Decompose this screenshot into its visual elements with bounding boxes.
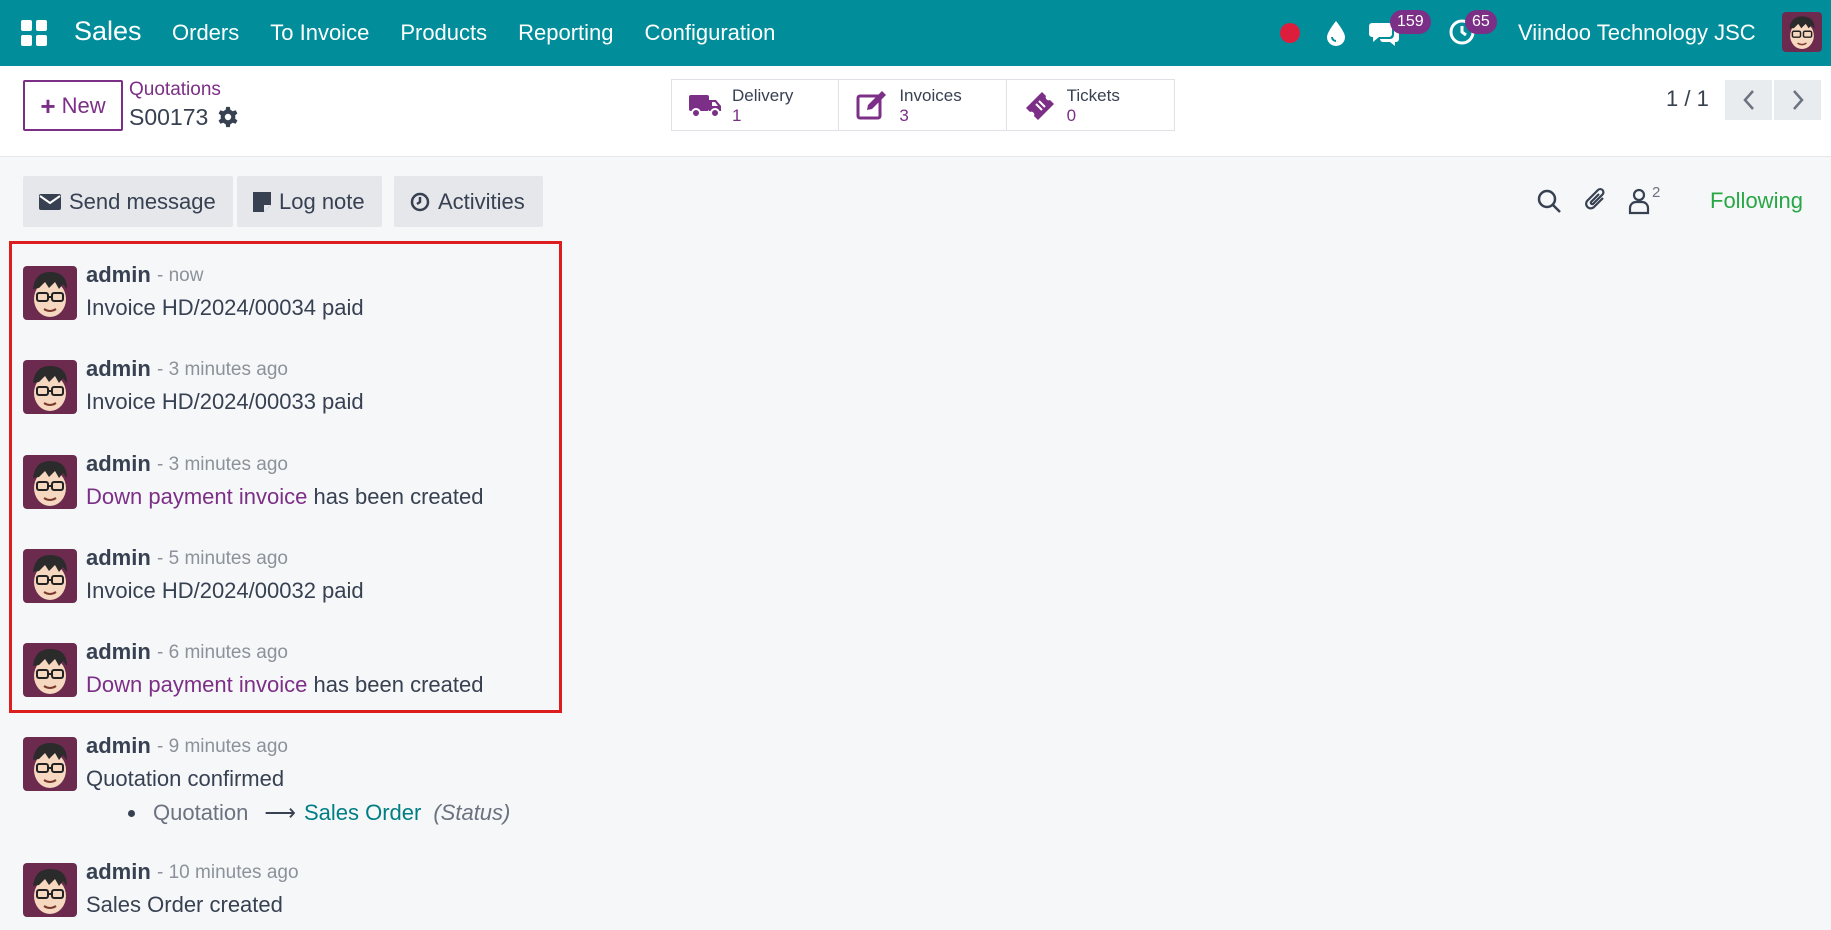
bullet	[128, 809, 135, 817]
down-payment-invoice-link[interactable]: Down payment invoice	[86, 672, 307, 697]
chevron-left-icon	[1742, 90, 1754, 110]
chatter-message: admin - 3 minutes ago Invoice HD/2024/0003…	[23, 356, 623, 426]
tracking-value: Quotation ⟶ Sales Order (Status)	[128, 800, 510, 826]
plus-icon: +	[40, 90, 56, 121]
chatter-message: admin - 3 minutes ago Down payment invoice…	[23, 451, 623, 521]
top-navbar: Sales Orders To Invoice Products Reporti…	[0, 0, 1831, 66]
chatter-message: admin - 5 minutes ago Invoice HD/2024/0003…	[23, 545, 623, 615]
search-icon[interactable]	[1536, 188, 1562, 214]
app-name[interactable]: Sales	[74, 16, 142, 47]
message-body: Invoice HD/2024/00033 paid	[86, 389, 364, 414]
log-note-button[interactable]: Log note	[237, 176, 382, 227]
message-author[interactable]: admin	[86, 356, 151, 382]
message-author[interactable]: admin	[86, 262, 151, 288]
message-body: Quotation confirmed	[86, 766, 285, 791]
message-author[interactable]: admin	[86, 545, 151, 571]
followers-count: 2	[1652, 184, 1661, 201]
menu-to-invoice[interactable]: To Invoice	[270, 20, 369, 46]
author-avatar[interactable]	[23, 549, 77, 603]
pager-value: 1 / 1	[1666, 86, 1709, 111]
envelope-icon	[39, 193, 61, 210]
message-body: Down payment invoice has been created	[86, 484, 484, 509]
message-date: - 6 minutes ago	[157, 642, 288, 663]
paperclip-icon[interactable]	[1583, 186, 1609, 214]
drop-icon[interactable]	[1324, 19, 1348, 47]
menu-configuration[interactable]: Configuration	[645, 20, 776, 46]
chatter-toolbar: Send message Log note Activities 2 Follo…	[0, 176, 1831, 228]
menu-orders[interactable]: Orders	[172, 20, 239, 46]
author-avatar[interactable]	[23, 360, 77, 414]
message-author[interactable]: admin	[86, 451, 151, 477]
apps-menu-icon[interactable]	[21, 20, 47, 46]
chatter-message: admin - now Invoice HD/2024/00034 paid	[23, 262, 623, 332]
following-button[interactable]: Following	[1710, 188, 1803, 214]
followers-icon[interactable]	[1627, 187, 1651, 215]
message-body: Invoice HD/2024/00034 paid	[86, 295, 364, 320]
message-date: - 3 minutes ago	[157, 454, 288, 475]
user-avatar[interactable]	[1782, 12, 1822, 52]
author-avatar[interactable]	[23, 737, 77, 791]
message-date: - now	[157, 265, 204, 286]
invoices-smart-button[interactable]: Invoices 3	[839, 80, 1007, 130]
tracking-new-value: Sales Order	[303, 800, 422, 825]
ticket-icon	[1025, 92, 1054, 120]
author-avatar[interactable]	[23, 643, 77, 697]
author-avatar[interactable]	[23, 266, 77, 320]
menu-reporting[interactable]: Reporting	[518, 20, 613, 46]
message-date: - 9 minutes ago	[157, 736, 288, 757]
send-message-button[interactable]: Send message	[23, 176, 233, 227]
author-avatar[interactable]	[23, 455, 77, 509]
delivery-smart-button[interactable]: Delivery 1	[672, 80, 840, 130]
message-body: Invoice HD/2024/00032 paid	[86, 578, 364, 603]
chatter-message: admin - 10 minutes ago Sales Order created	[23, 859, 623, 929]
message-date: - 3 minutes ago	[157, 359, 288, 380]
control-panel: + New Quotations S00173 Delivery 1 Invoic…	[0, 66, 1831, 157]
activities-badge: 65	[1465, 10, 1497, 34]
tracking-field-name: (Status)	[433, 800, 511, 825]
gear-icon[interactable]	[217, 106, 239, 128]
message-body: Sales Order created	[86, 892, 283, 917]
message-date: - 5 minutes ago	[157, 548, 288, 569]
tracking-old-value: Quotation	[153, 800, 249, 825]
menu-products[interactable]: Products	[400, 20, 487, 46]
message-author[interactable]: admin	[86, 639, 151, 665]
smart-buttons: Delivery 1 Invoices 3 Tickets 0	[671, 79, 1175, 131]
messages-badge: 159	[1390, 10, 1431, 34]
message-body: Down payment invoice has been created	[86, 672, 484, 697]
author-avatar[interactable]	[23, 863, 77, 917]
message-author[interactable]: admin	[86, 733, 151, 759]
truck-icon	[689, 95, 721, 118]
pager-next-button[interactable]	[1774, 80, 1821, 120]
down-payment-invoice-link[interactable]: Down payment invoice	[86, 484, 307, 509]
breadcrumb-current: S00173	[129, 104, 209, 130]
pager-previous-button[interactable]	[1725, 80, 1772, 120]
main-menu: Orders To Invoice Products Reporting Con…	[172, 20, 806, 46]
clock-icon	[410, 192, 430, 211]
edit-icon	[856, 91, 887, 120]
sticky-note-icon	[253, 191, 271, 212]
activities-button[interactable]: Activities	[394, 176, 543, 227]
chevron-right-icon	[1792, 90, 1804, 110]
new-button[interactable]: + New	[23, 80, 123, 131]
message-author[interactable]: admin	[86, 859, 151, 885]
company-switcher[interactable]: Viindoo Technology JSC	[1518, 20, 1756, 46]
record-icon[interactable]	[1280, 23, 1300, 43]
chatter-message: admin - 9 minutes ago Quotation confirmed Q…	[23, 733, 623, 843]
message-date: - 10 minutes ago	[157, 862, 299, 883]
arrow-right-icon: ⟶	[264, 800, 296, 825]
breadcrumb-parent[interactable]: Quotations	[129, 79, 221, 101]
tickets-smart-button[interactable]: Tickets 0	[1007, 80, 1174, 130]
chatter-message: admin - 6 minutes ago Down payment invoice…	[23, 639, 623, 709]
